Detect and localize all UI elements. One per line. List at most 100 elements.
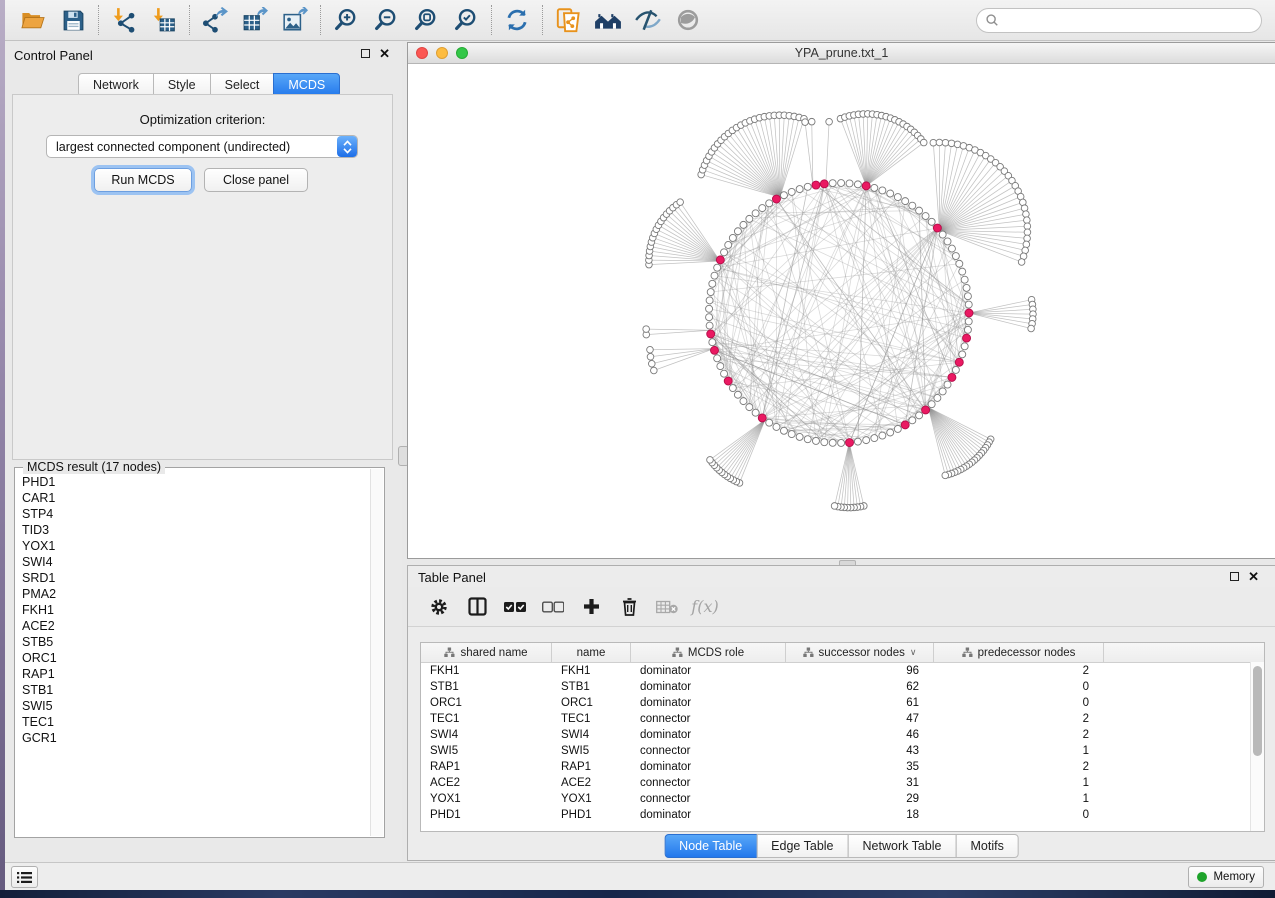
select-all-button[interactable] [496, 592, 534, 622]
tab-edge-table[interactable]: Edge Table [756, 834, 848, 858]
mcds-list-scrollbar[interactable] [370, 469, 383, 836]
mcds-result-item[interactable]: TEC1 [16, 714, 370, 730]
mcds-hub-node[interactable] [812, 181, 820, 189]
mcds-result-item[interactable]: STP4 [16, 506, 370, 522]
import-network-button[interactable] [104, 3, 144, 37]
table-row[interactable]: FKH1FKH1dominator962 [421, 663, 1264, 679]
mcds-result-item[interactable]: STB1 [16, 682, 370, 698]
delete-table-button[interactable] [648, 592, 686, 622]
mcds-hub-node[interactable] [963, 334, 971, 342]
add-column-button[interactable] [572, 592, 610, 622]
mcds-hub-node[interactable] [901, 421, 909, 429]
global-search[interactable] [976, 8, 1262, 33]
mcds-hub-node[interactable] [707, 330, 715, 338]
mcds-result-item[interactable]: ACE2 [16, 618, 370, 634]
mcds-hub-node[interactable] [758, 414, 766, 422]
table-settings-button[interactable] [420, 592, 458, 622]
table-row[interactable]: ACE2ACE2connector311 [421, 775, 1264, 791]
table-toolbar: f(x) [408, 587, 1275, 627]
mcds-result-item[interactable]: CAR1 [16, 490, 370, 506]
import-table-button[interactable] [144, 3, 184, 37]
export-network-button[interactable] [195, 3, 235, 37]
mcds-result-item[interactable]: STB5 [16, 634, 370, 650]
run-mcds-button[interactable]: Run MCDS [94, 168, 192, 192]
mcds-result-item[interactable]: SWI4 [16, 554, 370, 570]
table-row[interactable]: STB1STB1dominator620 [421, 679, 1264, 695]
table-row[interactable]: SWI4SWI4dominator462 [421, 727, 1264, 743]
table-cell: 18 [786, 809, 934, 821]
ndex-import-button[interactable] [548, 3, 588, 37]
mcds-hub-node[interactable] [772, 195, 780, 203]
mcds-result-item[interactable]: PMA2 [16, 586, 370, 602]
table-scrollbar[interactable] [1250, 662, 1264, 831]
apply-layout-button[interactable] [497, 3, 537, 37]
mcds-hub-node[interactable] [820, 180, 828, 188]
table-row[interactable]: ORC1ORC1dominator610 [421, 695, 1264, 711]
close-table-panel-icon[interactable]: ✕ [1248, 572, 1259, 581]
table-row[interactable]: YOX1YOX1connector291 [421, 791, 1264, 807]
zoom-selected-button[interactable] [446, 3, 486, 37]
network-window-titlebar[interactable]: YPA_prune.txt_1 [408, 43, 1275, 64]
mcds-result-item[interactable]: FKH1 [16, 602, 370, 618]
function-builder-button[interactable]: f(x) [686, 592, 724, 622]
tab-network-table[interactable]: Network Table [848, 834, 957, 858]
column-header-name[interactable]: name [552, 643, 631, 662]
mcds-hub-node[interactable] [922, 406, 930, 414]
mcds-hub-node[interactable] [955, 358, 963, 366]
table-scrollbar-thumb[interactable] [1253, 666, 1262, 756]
mcds-result-list[interactable]: PHD1CAR1STP4TID3YOX1SWI4SRD1PMA2FKH1ACE2… [16, 474, 370, 836]
mcds-hub-node[interactable] [965, 309, 973, 317]
houses-button[interactable] [588, 3, 628, 37]
mcds-result-item[interactable]: ORC1 [16, 650, 370, 666]
mcds-hub-node[interactable] [933, 224, 941, 232]
mcds-result-item[interactable]: YOX1 [16, 538, 370, 554]
float-table-panel-icon[interactable] [1230, 572, 1239, 581]
table-cell: 0 [934, 681, 1104, 693]
mcds-hub-node[interactable] [716, 256, 724, 264]
float-panel-icon[interactable] [361, 49, 370, 58]
split-panel-button[interactable] [458, 592, 496, 622]
table-row[interactable]: RAP1RAP1dominator352 [421, 759, 1264, 775]
export-table-button[interactable] [235, 3, 275, 37]
delete-column-button[interactable] [610, 592, 648, 622]
network-window-title: YPA_prune.txt_1 [408, 46, 1275, 60]
save-session-button[interactable] [53, 3, 93, 37]
mcds-result-item[interactable]: TID3 [16, 522, 370, 538]
search-input[interactable] [1004, 10, 1261, 30]
network-canvas[interactable] [408, 63, 1274, 558]
close-panel-icon[interactable]: ✕ [379, 49, 390, 58]
mcds-result-item[interactable]: SWI5 [16, 698, 370, 714]
table-row[interactable]: TEC1TEC1connector472 [421, 711, 1264, 727]
mcds-hub-node[interactable] [710, 346, 718, 354]
show-graphics-details-button[interactable] [668, 3, 708, 37]
mcds-result-item[interactable]: GCR1 [16, 730, 370, 746]
zoom-out-button[interactable] [366, 3, 406, 37]
column-header-predecessor-nodes[interactable]: predecessor nodes [934, 643, 1104, 662]
table-row[interactable]: PHD1PHD1dominator180 [421, 807, 1264, 823]
mcds-hub-node[interactable] [846, 439, 854, 447]
criterion-dropdown[interactable]: largest connected component (undirected) [46, 135, 358, 158]
zoom-fit-button[interactable] [406, 3, 446, 37]
memory-button[interactable]: Memory [1188, 866, 1264, 888]
mcds-hub-node[interactable] [948, 373, 956, 381]
tab-node-table[interactable]: Node Table [664, 834, 757, 858]
column-header-shared-name[interactable]: shared name [421, 643, 552, 662]
column-header-MCDS-role[interactable]: MCDS role [631, 643, 786, 662]
mcds-hub-node[interactable] [862, 182, 870, 190]
deselect-all-button[interactable] [534, 592, 572, 622]
mcds-result-item[interactable]: RAP1 [16, 666, 370, 682]
hide-graphics-details-button[interactable] [628, 3, 668, 37]
column-header-successor-nodes[interactable]: successor nodes∨ [786, 643, 934, 662]
mcds-result-item[interactable]: PHD1 [16, 474, 370, 490]
mcds-result-item[interactable]: SRD1 [16, 570, 370, 586]
task-history-button[interactable] [11, 866, 38, 888]
table-row[interactable]: SWI5SWI5connector431 [421, 743, 1264, 759]
close-panel-button[interactable]: Close panel [204, 168, 308, 192]
export-image-button[interactable] [275, 3, 315, 37]
mcds-hub-node[interactable] [724, 377, 732, 385]
zoom-in-button[interactable] [326, 3, 366, 37]
save-floppy-icon [61, 8, 86, 33]
tab-motifs[interactable]: Motifs [955, 834, 1018, 858]
open-session-button[interactable] [13, 3, 53, 37]
table-cell: TEC1 [552, 713, 631, 725]
